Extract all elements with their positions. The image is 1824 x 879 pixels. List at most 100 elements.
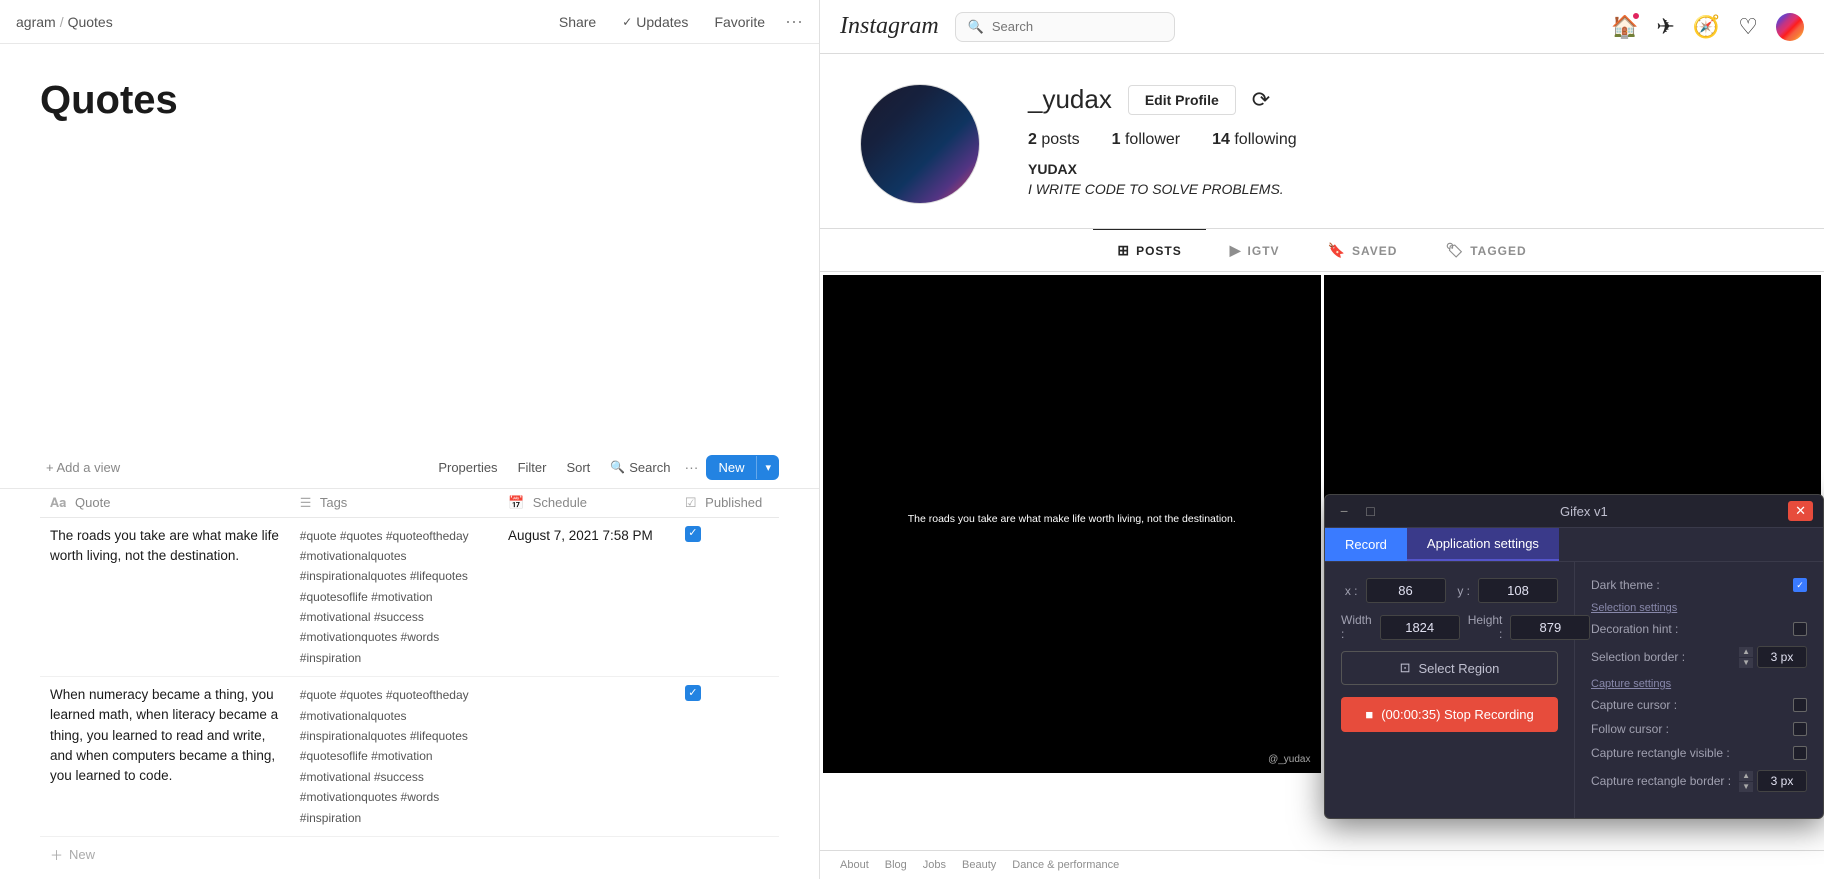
- search-button[interactable]: 🔍 Search: [604, 456, 676, 479]
- grid-icon: ⊞: [1117, 242, 1130, 259]
- gifex-wh-row: Width : Height :: [1341, 613, 1558, 641]
- selection-border-arrows: ▲ ▼: [1739, 647, 1753, 668]
- gifex-window: − □ Gifex v1 ✕ Record Application settin…: [1324, 494, 1824, 819]
- selection-border-label: Selection border :: [1591, 650, 1685, 664]
- stop-recording-button[interactable]: ■ (00:00:35) Stop Recording: [1341, 697, 1558, 732]
- properties-button[interactable]: Properties: [432, 456, 503, 479]
- selection-settings-title[interactable]: Selection settings: [1591, 602, 1807, 614]
- capture-cursor-checkbox[interactable]: [1793, 698, 1807, 712]
- topbar-more-button[interactable]: ···: [785, 11, 803, 32]
- play-icon: ▶: [1230, 242, 1242, 259]
- border-down-arrow[interactable]: ▼: [1739, 658, 1753, 668]
- capture-border-down-arrow[interactable]: ▼: [1739, 782, 1753, 792]
- table-container: 𝐀𝐚 Quote ☰ Tags 📅 Schedule ☑: [0, 489, 819, 879]
- cell-tags-2[interactable]: #quote #quotes #quoteoftheday #motivatio…: [290, 677, 498, 837]
- search-input[interactable]: [992, 19, 1152, 34]
- bookmark-icon: 🔖: [1328, 242, 1346, 259]
- follow-cursor-label: Follow cursor :: [1591, 722, 1669, 736]
- gifex-tab-app-settings[interactable]: Application settings: [1407, 528, 1559, 561]
- breadcrumb-current[interactable]: Quotes: [68, 14, 113, 30]
- updates-button[interactable]: ✓ Updates: [616, 10, 694, 34]
- border-up-arrow[interactable]: ▲: [1739, 647, 1753, 657]
- search-icon: 🔍: [610, 460, 625, 474]
- notion-topbar: agram / Quotes Share ✓ Updates Favorite …: [0, 0, 819, 44]
- published-checkbox-2[interactable]: ✓: [685, 685, 701, 701]
- gifex-tab-record[interactable]: Record: [1325, 528, 1407, 561]
- add-row-button[interactable]: ＋ New: [40, 837, 779, 872]
- cell-schedule-1[interactable]: August 7, 2021 7:58 PM: [498, 517, 675, 677]
- favorite-button[interactable]: Favorite: [708, 10, 771, 34]
- gifex-width-input[interactable]: [1380, 615, 1460, 640]
- footer-blog[interactable]: Blog: [885, 859, 907, 871]
- explore-icon[interactable]: 🧭: [1693, 14, 1720, 40]
- gifex-close-button[interactable]: ✕: [1788, 501, 1813, 521]
- count-display: COUNT 2: [40, 872, 779, 879]
- footer-jobs[interactable]: Jobs: [923, 859, 946, 871]
- footer-about[interactable]: About: [840, 859, 869, 871]
- add-view-button[interactable]: + Add a view: [40, 456, 126, 479]
- sort-button[interactable]: Sort: [560, 456, 596, 479]
- gifex-settings-panel: Dark theme : ✓ Selection settings Decora…: [1575, 562, 1823, 818]
- gifex-maximize-button[interactable]: □: [1361, 501, 1379, 521]
- decoration-hint-label: Decoration hint :: [1591, 622, 1678, 636]
- home-icon[interactable]: 🏠: [1611, 14, 1638, 40]
- tab-tagged[interactable]: 🏷 TAGGED: [1421, 229, 1550, 271]
- profile-row1: _yudax Edit Profile ⟳: [1028, 84, 1784, 115]
- followers-stat[interactable]: 1 follower: [1112, 131, 1181, 149]
- toolbar-more-button[interactable]: ···: [684, 459, 698, 475]
- heart-icon[interactable]: ♡: [1738, 14, 1758, 40]
- avatar[interactable]: [1776, 13, 1804, 41]
- tab-igtv[interactable]: ▶ IGTV: [1206, 229, 1304, 271]
- post-1[interactable]: The roads you take are what make life wo…: [823, 275, 1321, 773]
- ig-search-wrap[interactable]: 🔍: [955, 12, 1175, 42]
- footer-dance[interactable]: Dance & performance: [1012, 859, 1119, 871]
- follow-cursor-checkbox[interactable]: [1793, 722, 1807, 736]
- cell-quote-2[interactable]: When numeracy became a thing, you learne…: [40, 677, 290, 837]
- edit-profile-button[interactable]: Edit Profile: [1128, 85, 1236, 115]
- new-button[interactable]: New ▾: [706, 455, 779, 480]
- tab-posts[interactable]: ⊞ POSTS: [1093, 229, 1205, 271]
- published-checkbox-1[interactable]: ✓: [685, 526, 701, 542]
- table-row: When numeracy became a thing, you learne…: [40, 677, 779, 837]
- cell-schedule-2: [498, 677, 675, 837]
- gifex-x-input[interactable]: [1366, 578, 1446, 603]
- cell-published-1[interactable]: ✓: [675, 517, 779, 677]
- col-header-published: ☑ Published: [675, 489, 779, 518]
- notion-topbar-actions: Share ✓ Updates Favorite ···: [553, 10, 803, 34]
- decoration-hint-setting: Decoration hint :: [1591, 622, 1807, 636]
- footer-beauty[interactable]: Beauty: [962, 859, 996, 871]
- decoration-hint-checkbox[interactable]: [1793, 622, 1807, 636]
- tab-saved[interactable]: 🔖 SAVED: [1304, 229, 1422, 271]
- breadcrumb-sep: /: [60, 14, 64, 30]
- capture-rect-border-setting: Capture rectangle border : ▲ ▼: [1591, 770, 1807, 792]
- share-button[interactable]: Share: [553, 10, 602, 34]
- select-region-button[interactable]: ⊡ Select Region: [1341, 651, 1558, 685]
- new-button-caret[interactable]: ▾: [756, 456, 779, 479]
- gifex-body: x : y : Width : Height : ⊡ Select Region: [1325, 562, 1823, 818]
- capture-cursor-label: Capture cursor :: [1591, 698, 1677, 712]
- filter-button[interactable]: Filter: [512, 456, 553, 479]
- send-icon[interactable]: ✈: [1656, 14, 1674, 40]
- notion-table: 𝐀𝐚 Quote ☰ Tags 📅 Schedule ☑: [40, 489, 779, 837]
- dark-theme-setting: Dark theme : ✓: [1591, 578, 1807, 592]
- gifex-minimize-button[interactable]: −: [1335, 501, 1353, 521]
- capture-settings-title[interactable]: Capture settings: [1591, 678, 1807, 690]
- following-stat[interactable]: 14 following: [1212, 131, 1297, 149]
- cell-tags-1[interactable]: #quote #quotes #quoteoftheday #motivatio…: [290, 517, 498, 677]
- settings-icon[interactable]: ⟳: [1252, 87, 1270, 113]
- capture-rect-visible-checkbox[interactable]: [1793, 746, 1807, 760]
- capture-rect-border-input[interactable]: [1757, 770, 1807, 792]
- follow-cursor-setting: Follow cursor :: [1591, 722, 1807, 736]
- capture-border-up-arrow[interactable]: ▲: [1739, 771, 1753, 781]
- selection-border-input[interactable]: [1757, 646, 1807, 668]
- ig-logo[interactable]: Instagram: [840, 13, 939, 40]
- profile-stats: 2 posts 1 follower 14 following: [1028, 131, 1784, 149]
- cell-published-2[interactable]: ✓: [675, 677, 779, 837]
- dark-theme-checkbox[interactable]: ✓: [1793, 578, 1807, 592]
- gifex-y-input[interactable]: [1478, 578, 1558, 603]
- selection-border-setting: Selection border : ▲ ▼: [1591, 646, 1807, 668]
- breadcrumb-root[interactable]: agram: [16, 14, 56, 30]
- cell-quote-1[interactable]: The roads you take are what make life wo…: [40, 517, 290, 677]
- instagram-panel: Instagram 🔍 🏠 ✈ 🧭 ♡ _yudax: [820, 0, 1824, 879]
- post-1-handle: @_yudax: [1268, 754, 1310, 765]
